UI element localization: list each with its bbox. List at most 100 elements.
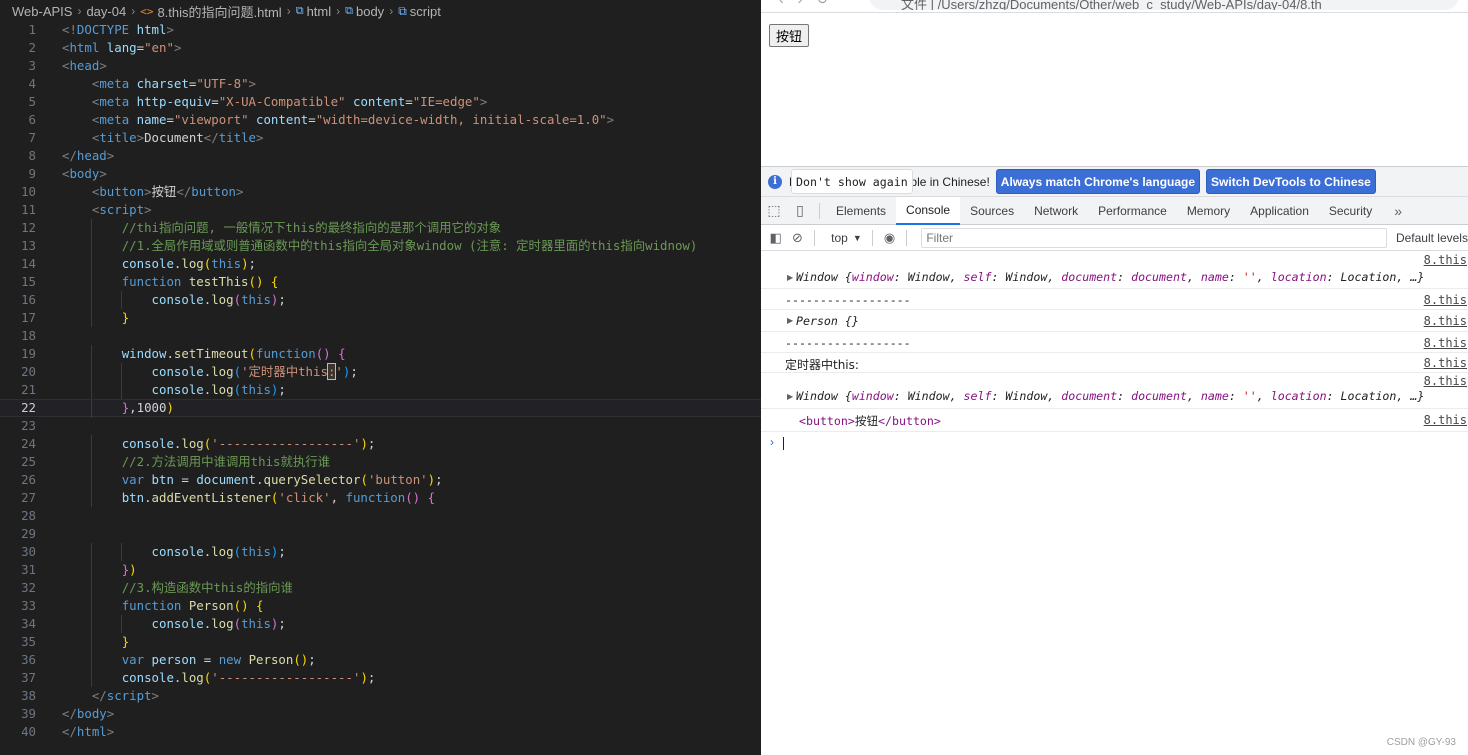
page-button[interactable]: 按钮 — [769, 24, 810, 47]
code-token: console — [121, 670, 174, 685]
code-line[interactable]: 40 </html> — [0, 723, 761, 741]
log-levels-dropdown[interactable]: Default levels — [1396, 231, 1468, 245]
code-line[interactable]: 15 function testThis() { — [0, 273, 761, 291]
context-selector[interactable]: top ▼ — [827, 231, 866, 245]
code-line[interactable]: 8 </head> — [0, 147, 761, 165]
code-line[interactable]: 12 //thi指向问题, 一般情况下this的最终指向的是那个调用它的对象 — [0, 219, 761, 237]
code-line[interactable]: 35 } — [0, 633, 761, 651]
inspect-element-icon[interactable]: ⬚ — [761, 197, 787, 225]
source-link[interactable]: 8.this — [1424, 336, 1467, 350]
line-content: console.log('------------------'); — [62, 435, 376, 453]
eye-icon[interactable]: ◉ — [879, 225, 901, 251]
console-filter-input[interactable] — [921, 227, 1387, 248]
code-line[interactable]: 28 — [0, 507, 761, 525]
tab-security[interactable]: Security — [1319, 197, 1382, 225]
source-link[interactable]: 8.this — [1424, 314, 1467, 328]
url-field[interactable]: 文件 | /Users/zhzq/Documents/Other/web_c_s… — [869, 0, 1459, 10]
source-link[interactable]: 8.this — [1424, 413, 1467, 427]
code-token: log — [211, 382, 234, 397]
code-line[interactable]: 17 } — [0, 309, 761, 327]
clear-console-icon[interactable]: ⊘ — [787, 225, 809, 251]
code-line[interactable]: 5 <meta http-equiv="X-UA-Compatible" con… — [0, 93, 761, 111]
window-object-preview[interactable]: Window {window: Window, self: Window, do… — [796, 270, 1424, 284]
tab-application[interactable]: Application — [1240, 197, 1319, 225]
button-element-preview[interactable]: <button>按钮</button> — [799, 413, 941, 429]
code-editor[interactable]: Web-APIS › day-04 › <> 8.this的指向问题.html … — [0, 0, 761, 755]
switch-language-button[interactable]: Switch DevTools to Chinese — [1206, 169, 1376, 194]
code-line[interactable]: 25 //2.方法调用中谁调用this就执行谁 — [0, 453, 761, 471]
nav-arrows-icon[interactable]: ‹›↻ — [779, 0, 842, 8]
line-content: //3.构造函数中this的指向谁 — [62, 579, 293, 597]
code-line[interactable]: 39 </body> — [0, 705, 761, 723]
code-line[interactable]: 23 — [0, 417, 761, 435]
code-lines[interactable]: 1 <!DOCTYPE html> 2 <html lang="en"> 3 <head>… — [0, 21, 761, 741]
code-line[interactable]: 34 console.log(this); — [0, 615, 761, 633]
code-line[interactable]: 24 console.log('------------------'); — [0, 435, 761, 453]
code-line[interactable]: 33 function Person() { — [0, 597, 761, 615]
window-object-preview[interactable]: Window {window: Window, self: Window, do… — [796, 389, 1424, 403]
sidebar-toggle-icon[interactable]: ◧ — [765, 225, 787, 251]
breadcrumb-file[interactable]: 8.this的指向问题.html — [157, 2, 281, 21]
code-line[interactable]: 32 //3.构造函数中this的指向谁 — [0, 579, 761, 597]
device-toggle-icon[interactable]: ▯ — [787, 197, 813, 225]
code-token: button — [191, 184, 237, 199]
code-line[interactable]: 1 <!DOCTYPE html> — [0, 21, 761, 39]
code-line[interactable]: 38 </script> — [0, 687, 761, 705]
more-tabs-icon[interactable]: » — [1394, 203, 1402, 219]
match-language-button[interactable]: Always match Chrome's language — [995, 169, 1201, 194]
breadcrumb-node[interactable]: body — [356, 4, 384, 19]
tab-console[interactable]: Console — [896, 196, 961, 225]
breadcrumb-folder[interactable]: Web-APIS — [12, 4, 72, 19]
tab-network[interactable]: Network — [1024, 197, 1088, 225]
code-line[interactable]: 7 <title>Document</title> — [0, 129, 761, 147]
expand-triangle-icon[interactable]: ▶ — [787, 392, 793, 401]
code-line[interactable]: 19 window.setTimeout(function() { — [0, 345, 761, 363]
code-line[interactable]: 30 console.log(this); — [0, 543, 761, 561]
code-line[interactable]: 10 <button>按钮</button> — [0, 183, 761, 201]
code-line[interactable]: 20 console.log('定时器中this:'); — [0, 363, 761, 381]
code-line[interactable]: 31 }) — [0, 561, 761, 579]
source-link[interactable]: 8.this — [1424, 356, 1467, 370]
code-line[interactable]: 16 console.log(this); — [0, 291, 761, 309]
code-token: = — [196, 652, 219, 667]
code-line[interactable]: 13 //1.全局作用域或则普通函数中的this指向全局对象window (注意… — [0, 237, 761, 255]
expand-triangle-icon[interactable]: ▶ — [787, 273, 793, 282]
code-line[interactable]: 21 console.log(this); — [0, 381, 761, 399]
code-token: ,1000 — [129, 400, 167, 415]
tab-memory[interactable]: Memory — [1177, 197, 1240, 225]
tab-performance[interactable]: Performance — [1088, 197, 1177, 225]
breadcrumb-node[interactable]: script — [410, 4, 441, 19]
console-prompt[interactable]: › — [761, 432, 1468, 454]
code-line[interactable]: 3 <head> — [0, 57, 761, 75]
code-line[interactable]: 29 — [0, 525, 761, 543]
tab-sources[interactable]: Sources — [960, 197, 1024, 225]
code-line[interactable]: 37 console.log('------------------'); — [0, 669, 761, 687]
code-line[interactable]: 27 btn.addEventListener('click', functio… — [0, 489, 761, 507]
code-line[interactable]: 18 — [0, 327, 761, 345]
expand-triangle-icon[interactable]: ▶ — [787, 316, 793, 325]
source-link[interactable]: 8.this — [1424, 374, 1467, 388]
code-token: var — [121, 472, 145, 487]
breadcrumb-node[interactable]: html — [307, 4, 332, 19]
code-line[interactable]: 2 <html lang="en"> — [0, 39, 761, 57]
code-line[interactable]: 14 console.log(this); — [0, 255, 761, 273]
code-token: log — [211, 292, 234, 307]
code-token: ; — [367, 436, 376, 451]
source-link[interactable]: 8.this — [1424, 293, 1467, 307]
breadcrumb-folder[interactable]: day-04 — [86, 4, 126, 19]
person-object-preview[interactable]: Person {} — [796, 314, 859, 328]
dont-show-again-button[interactable]: Don't show again — [791, 169, 913, 194]
line-content: <meta http-equiv="X-UA-Compatible" conte… — [62, 93, 487, 111]
source-link[interactable]: 8.this — [1424, 253, 1467, 267]
code-line[interactable]: 4 <meta charset="UTF-8"> — [0, 75, 761, 93]
code-line[interactable]: 6 <meta name="viewport" content="width=d… — [0, 111, 761, 129]
code-line[interactable]: 11 <script> — [0, 201, 761, 219]
code-line[interactable]: 22 },1000) — [0, 399, 761, 418]
tab-elements[interactable]: Elements — [826, 197, 896, 225]
code-line[interactable]: 9 <body> — [0, 165, 761, 183]
code-line[interactable]: 26 var btn = document.querySelector('but… — [0, 471, 761, 489]
code-line[interactable]: 36 var person = new Person(); — [0, 651, 761, 669]
